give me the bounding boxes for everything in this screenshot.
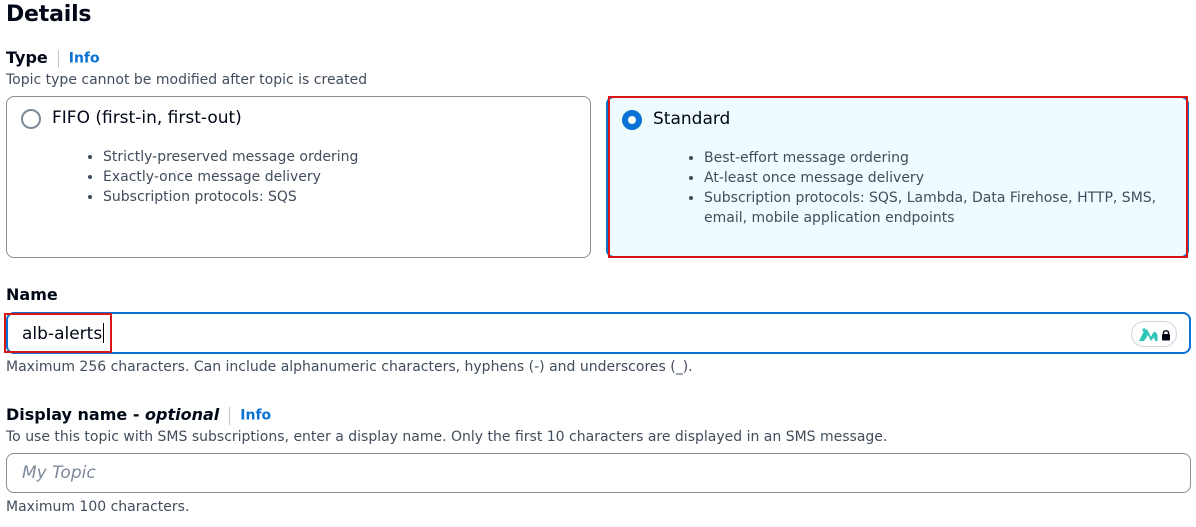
type-option-title: FIFO (first-in, first-out) bbox=[52, 108, 242, 128]
name-input[interactable]: alb-alerts bbox=[6, 312, 1191, 354]
info-divider bbox=[57, 49, 59, 68]
info-divider bbox=[229, 406, 231, 425]
display-name-label-text: Display name - bbox=[6, 405, 146, 424]
highlight-name-value bbox=[4, 313, 112, 353]
highlight-standard-option bbox=[608, 96, 1188, 258]
password-manager-logo-icon bbox=[1139, 328, 1158, 341]
type-label: Type bbox=[6, 48, 48, 67]
display-name-label: Display name - optional bbox=[6, 405, 219, 424]
lock-icon bbox=[1162, 330, 1170, 341]
display-name-constraint: Maximum 100 characters. bbox=[6, 499, 190, 515]
display-name-label-row: Display name - optional Info bbox=[6, 405, 271, 427]
display-name-input[interactable] bbox=[6, 453, 1191, 493]
optional-label: optional bbox=[145, 405, 220, 424]
radio-icon[interactable] bbox=[21, 109, 41, 129]
name-constraint: Maximum 256 characters. Can include alph… bbox=[6, 359, 693, 375]
type-label-row: Type Info bbox=[6, 48, 100, 70]
name-label: Name bbox=[6, 285, 58, 304]
list-item: Strictly-preserved message ordering bbox=[103, 147, 358, 167]
display-name-description: To use this topic with SMS subscriptions… bbox=[6, 429, 888, 445]
password-manager-icon[interactable] bbox=[1131, 321, 1177, 347]
list-item: Exactly-once message delivery bbox=[103, 167, 358, 187]
type-option-bullets: Strictly-preserved message ordering Exac… bbox=[103, 147, 358, 207]
type-option-fifo[interactable]: FIFO (first-in, first-out) Strictly-pres… bbox=[6, 96, 591, 258]
type-description: Topic type cannot be modified after topi… bbox=[6, 72, 368, 88]
display-name-info-link[interactable]: Info bbox=[240, 408, 271, 424]
section-title: Details bbox=[6, 2, 92, 27]
list-item: Subscription protocols: SQS bbox=[103, 187, 358, 207]
type-info-link[interactable]: Info bbox=[69, 51, 100, 67]
